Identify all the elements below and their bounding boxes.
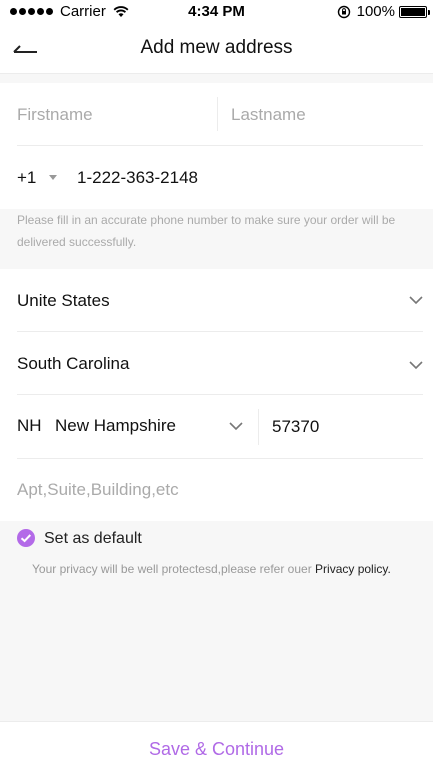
lastname-input[interactable]: Lastname bbox=[231, 105, 306, 125]
save-continue-button[interactable]: Save & Continue bbox=[0, 721, 433, 775]
chevron-down-icon bbox=[409, 361, 423, 370]
zip-input[interactable]: 57370 bbox=[272, 417, 319, 437]
country-value: Unite States bbox=[17, 291, 110, 310]
address-section: Unite States South Carolina NH New Hamps… bbox=[0, 269, 433, 521]
country-code-select[interactable]: +1 bbox=[17, 168, 58, 188]
phone-row: +1 1-222-363-2148 bbox=[17, 146, 423, 209]
caret-down-icon bbox=[49, 175, 58, 180]
page-title: Add mew address bbox=[140, 37, 293, 58]
battery-percent: 100% bbox=[356, 3, 395, 20]
country-select[interactable]: Unite States bbox=[17, 269, 423, 332]
name-divider bbox=[217, 97, 218, 131]
navigation-bar: Add mew address bbox=[0, 24, 433, 74]
city-zip-divider bbox=[258, 409, 259, 445]
status-bar: Carrier 4:34 PM 100% bbox=[0, 0, 433, 24]
chevron-down-icon bbox=[229, 422, 243, 431]
city-zip-row: NH New Hampshire 57370 bbox=[17, 395, 423, 459]
firstname-input[interactable]: Firstname bbox=[17, 105, 93, 125]
country-code-value: +1 bbox=[17, 168, 37, 187]
phone-note: Please fill in an accurate phone number … bbox=[17, 213, 396, 249]
privacy-text: Your privacy will be well protectesd,ple… bbox=[32, 562, 316, 576]
chevron-down-icon bbox=[409, 296, 423, 305]
check-icon bbox=[20, 534, 32, 543]
battery-icon bbox=[399, 5, 430, 18]
apt-row: Apt,Suite,Building,etc bbox=[17, 459, 423, 521]
default-label: Set as default bbox=[44, 530, 142, 547]
city-select[interactable]: NH New Hampshire bbox=[17, 416, 249, 440]
city-code: NH bbox=[17, 416, 42, 435]
phone-input[interactable]: 1-222-363-2148 bbox=[77, 168, 198, 188]
default-checkbox[interactable] bbox=[17, 529, 35, 547]
contact-section: Firstname Lastname +1 1-222-363-2148 bbox=[0, 83, 433, 209]
rotation-lock-icon bbox=[337, 5, 350, 18]
city-value: New Hampshire bbox=[55, 416, 176, 435]
apt-input[interactable]: Apt,Suite,Building,etc bbox=[17, 480, 179, 500]
state-select[interactable]: South Carolina bbox=[17, 332, 423, 395]
name-row: Firstname Lastname bbox=[17, 83, 423, 146]
privacy-note: Your privacy will be well protectesd,ple… bbox=[32, 562, 391, 576]
state-value: South Carolina bbox=[17, 354, 130, 373]
privacy-policy-link[interactable]: Privacy policy. bbox=[315, 562, 391, 576]
